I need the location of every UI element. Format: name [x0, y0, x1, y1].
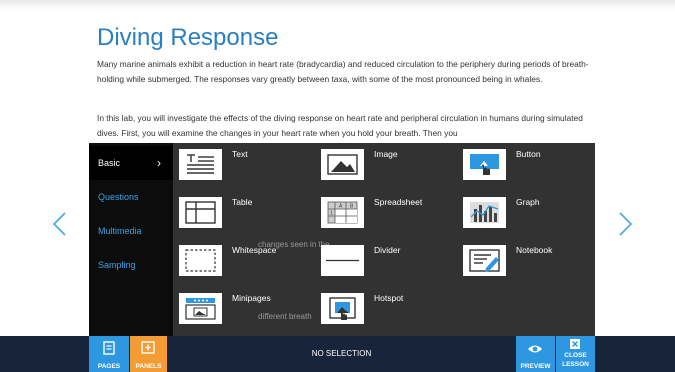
- chevron-right-icon: [619, 212, 633, 236]
- tile-minipages[interactable]: Minipages: [179, 293, 319, 333]
- tile-label: Text: [232, 149, 248, 159]
- tile-label: Hotspot: [374, 293, 404, 303]
- lab-paragraph: In this lab, you will investigate the ef…: [97, 113, 583, 138]
- pages-icon: [103, 341, 115, 355]
- preview-button[interactable]: PREVIEW: [516, 336, 555, 372]
- top-shadow: [0, 0, 675, 10]
- tile-button[interactable]: Button: [463, 149, 603, 189]
- panels-button[interactable]: PANELS: [130, 336, 167, 372]
- chevron-right-icon: ›: [157, 156, 161, 170]
- tile-notebook[interactable]: Notebook: [463, 245, 603, 285]
- lesson-title: Diving Response: [97, 24, 279, 51]
- tile-graph[interactable]: Graph: [463, 197, 603, 237]
- tile-whitespace[interactable]: Whitespace: [179, 245, 319, 285]
- tile-label: Whitespace: [232, 245, 277, 255]
- close-label-line1: CLOSE: [564, 352, 587, 359]
- whitespace-icon: [179, 245, 222, 276]
- button-icon: [463, 149, 506, 180]
- tile-spreadsheet[interactable]: A B 1 Spreadsheet: [321, 197, 461, 237]
- hotspot-icon: [321, 293, 364, 324]
- tile-table[interactable]: Table: [179, 197, 319, 237]
- menu-item-multimedia[interactable]: Multimedia: [89, 214, 173, 248]
- tile-label: Minipages: [232, 293, 271, 303]
- lesson-editor: Diving Response Many marine animals exhi…: [0, 0, 675, 372]
- previous-page-arrow[interactable]: [49, 212, 73, 236]
- spreadsheet-icon: A B 1: [321, 197, 364, 228]
- next-page-arrow[interactable]: [612, 212, 636, 236]
- tile-label: Table: [232, 197, 253, 207]
- tile-divider[interactable]: Divider: [321, 245, 461, 285]
- menu-item-label: Sampling: [98, 260, 136, 270]
- tile-label: Divider: [374, 245, 401, 255]
- image-icon: [321, 149, 364, 180]
- add-panel-icon: [141, 341, 155, 354]
- tile-label: Button: [516, 149, 541, 159]
- text-icon: [179, 149, 222, 180]
- close-lesson-button[interactable]: CLOSE LESSON: [556, 336, 595, 372]
- tile-hotspot[interactable]: Hotspot: [321, 293, 461, 333]
- menu-item-sampling[interactable]: Sampling: [89, 248, 173, 282]
- tile-label: Image: [374, 149, 398, 159]
- close-icon: [570, 339, 580, 349]
- notebook-icon: [463, 245, 506, 276]
- menu-item-questions[interactable]: Questions: [89, 180, 173, 214]
- chevron-left-icon: [52, 212, 66, 236]
- close-label-line2: LESSON: [562, 361, 589, 368]
- intro-paragraph: Many marine animals exhibit a reduction …: [97, 59, 589, 84]
- pages-label: PAGES: [97, 363, 121, 370]
- spreadsheet-cell: 1: [330, 211, 333, 217]
- tile-image[interactable]: Image: [321, 149, 461, 189]
- preview-label: PREVIEW: [520, 363, 551, 370]
- table-icon: [179, 197, 222, 228]
- menu-item-label: Basic: [98, 158, 121, 168]
- panels-label: PANELS: [135, 363, 162, 370]
- tile-label: Graph: [516, 197, 540, 207]
- menu-item-label: Multimedia: [98, 226, 142, 236]
- tile-label: Spreadsheet: [374, 197, 423, 207]
- selection-status: NO SELECTION: [311, 349, 372, 358]
- graph-icon: [463, 197, 506, 228]
- divider-icon: [321, 245, 364, 276]
- eye-icon: [528, 345, 542, 353]
- panel-category-menu: Basic › Questions Multimedia Sampling: [89, 143, 173, 336]
- pages-button[interactable]: PAGES: [89, 336, 129, 372]
- menu-item-basic[interactable]: Basic ›: [89, 146, 173, 180]
- tile-text[interactable]: Text: [179, 149, 319, 189]
- minipages-icon: [179, 293, 222, 324]
- tile-label: Notebook: [516, 245, 553, 255]
- menu-item-label: Questions: [98, 192, 139, 202]
